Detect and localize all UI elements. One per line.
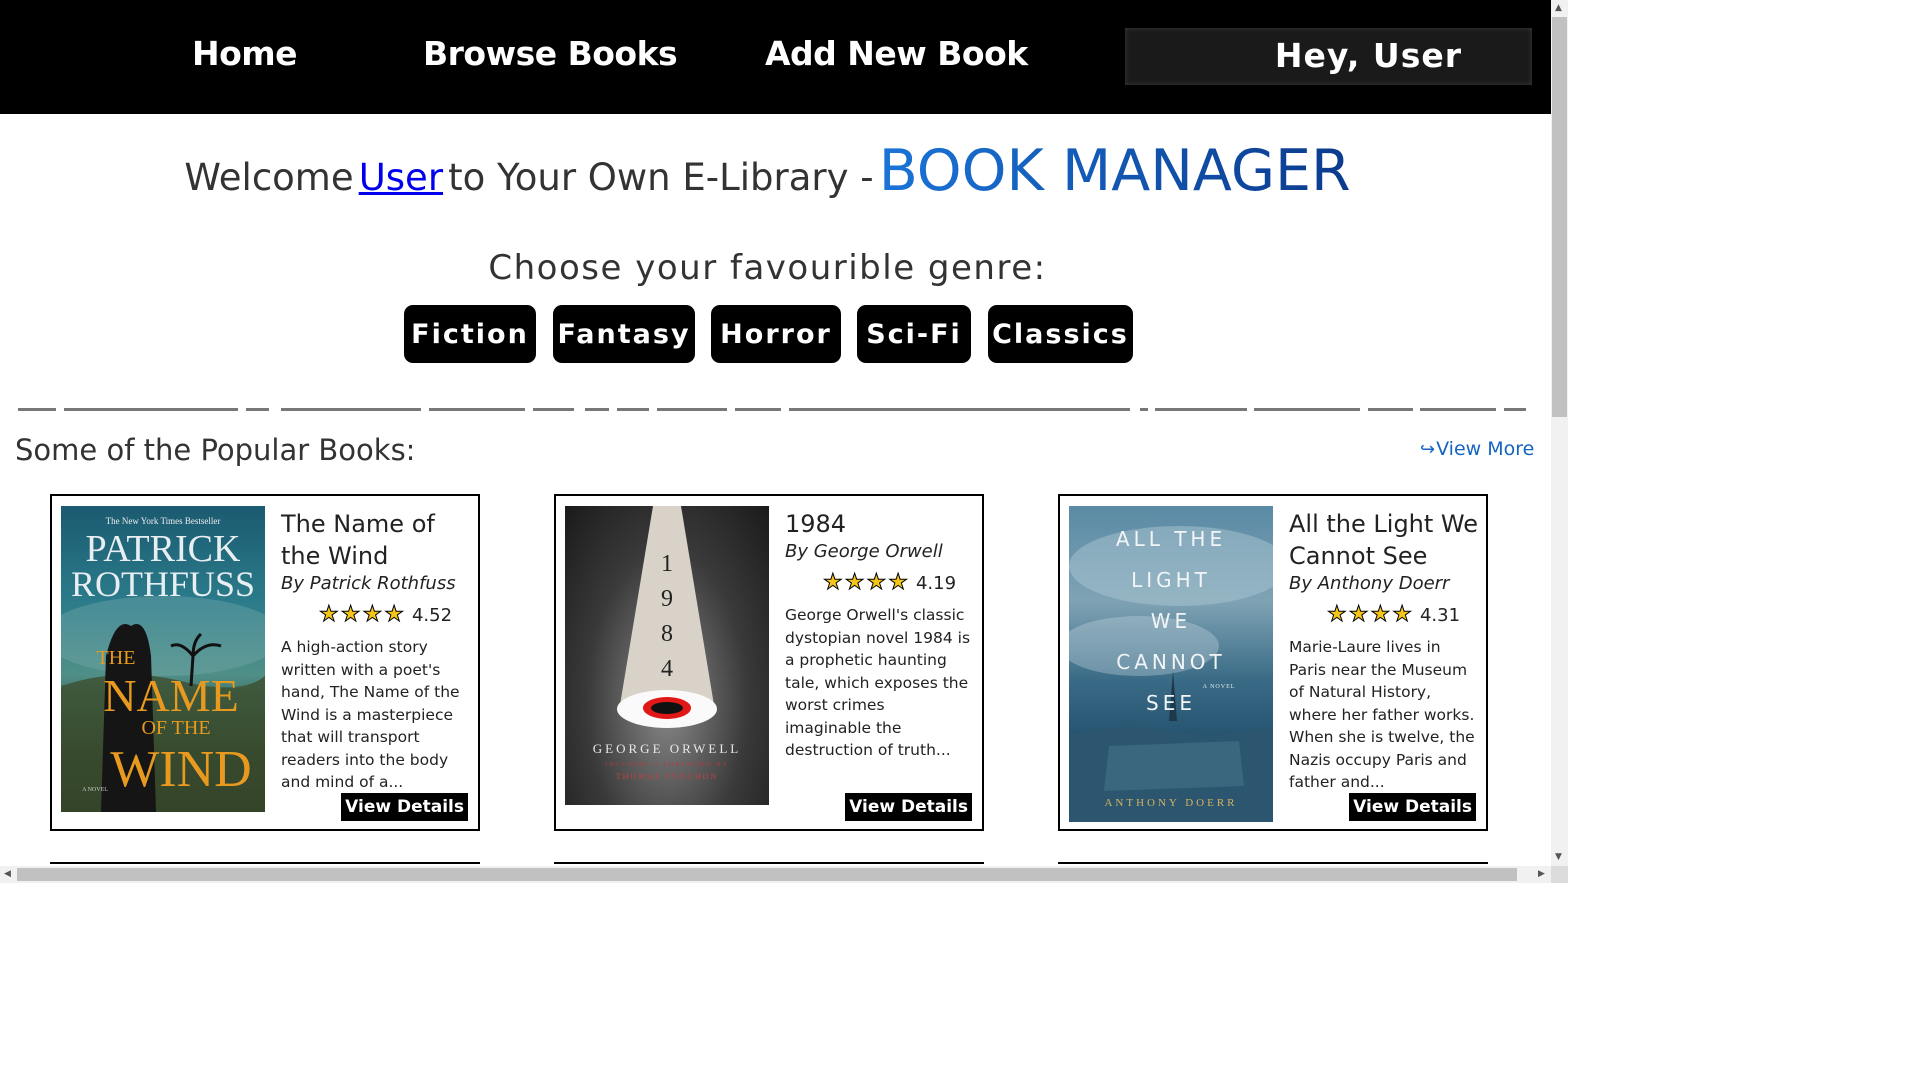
nav-browse-books-link[interactable]: Browse Books bbox=[423, 34, 678, 73]
book-author: By Anthony Doerr bbox=[1289, 573, 1450, 594]
genre-classics-button[interactable]: Classics bbox=[988, 305, 1133, 363]
star-icon: ★ bbox=[340, 602, 361, 627]
star-icon: ★ bbox=[866, 570, 887, 595]
cover-line: SEE bbox=[1146, 691, 1196, 715]
genre-buttons: Fiction Fantasy Horror Sci-Fi Classics bbox=[0, 305, 1535, 363]
star-icon: ★ bbox=[1348, 602, 1369, 627]
cover-author-line2: ROTHFUSS bbox=[71, 564, 255, 604]
book-description: A high-action story written with a poet'… bbox=[281, 638, 460, 791]
scroll-left-icon[interactable]: ◀ bbox=[4, 869, 11, 879]
welcome-middle: to Your Own E-Library - bbox=[448, 156, 874, 199]
vertical-scroll-thumb[interactable] bbox=[1552, 17, 1567, 417]
star-icon: ★ bbox=[319, 602, 340, 627]
welcome-heading: Welcome User to Your Own E-Library - BOO… bbox=[0, 138, 1535, 204]
rating-value: 4.31 bbox=[1419, 604, 1461, 626]
cover-digit: 1 bbox=[661, 551, 673, 577]
book-card: The New York Times Bestseller PATRICK RO… bbox=[50, 494, 480, 831]
book-title: 1984 bbox=[785, 510, 847, 538]
view-more-label: View More bbox=[1436, 438, 1535, 460]
redo-arrow-icon: ↪ bbox=[1420, 439, 1436, 460]
view-details-button[interactable]: View Details bbox=[341, 793, 468, 821]
book-rating: ★ ★ ★ ★ 4.52 bbox=[319, 602, 471, 627]
star-icon: ★ bbox=[362, 602, 383, 627]
brand-title: BOOK MANAGER bbox=[878, 138, 1351, 204]
cover-digit: 8 bbox=[661, 621, 673, 647]
rating-value: 4.52 bbox=[411, 604, 453, 626]
scroll-down-icon[interactable]: ▼ bbox=[1555, 852, 1562, 862]
cover-line: CANNOT bbox=[1116, 650, 1226, 674]
cover-line: ALL THE bbox=[1116, 527, 1226, 551]
star-icon: ★ bbox=[888, 570, 909, 595]
cover-digit: 9 bbox=[661, 586, 673, 612]
cover-author: ANTHONY DOERR bbox=[1104, 797, 1237, 809]
horizontal-scroll-thumb[interactable] bbox=[17, 868, 1517, 881]
book-title: The Name of the Wind bbox=[281, 510, 435, 570]
nav-add-new-book-link[interactable]: Add New Book bbox=[765, 34, 1028, 73]
next-card-edge bbox=[1058, 862, 1488, 864]
scroll-up-icon[interactable]: ▲ bbox=[1555, 3, 1562, 13]
cover-line: LIGHT bbox=[1131, 568, 1211, 592]
cover-title-name: NAME bbox=[103, 670, 238, 721]
genre-horror-button[interactable]: Horror bbox=[711, 305, 841, 363]
cover-foreword: INCLUDES A FOREWORD BY bbox=[605, 762, 729, 768]
cover-title-the: THE bbox=[97, 647, 136, 669]
view-more-link[interactable]: ↪View More bbox=[1420, 438, 1534, 460]
view-details-button[interactable]: View Details bbox=[845, 793, 972, 821]
user-menu[interactable]: Hey, User bbox=[1125, 28, 1532, 85]
star-icon: ★ bbox=[1327, 602, 1348, 627]
genre-fantasy-button[interactable]: Fantasy bbox=[553, 305, 695, 363]
genre-title: Choose your favourible genre: bbox=[488, 248, 1047, 288]
star-icon: ★ bbox=[823, 570, 844, 595]
book-author: By Patrick Rothfuss bbox=[281, 573, 456, 594]
cover-side-note: A NOVEL bbox=[82, 787, 108, 793]
vertical-scrollbar[interactable]: ▲ ▼ bbox=[1551, 0, 1568, 866]
book-cover-image: 1 9 8 4 GEORGE ORWELL INCLUDES A FOREWOR… bbox=[565, 506, 769, 805]
book-author: By George Orwell bbox=[785, 541, 943, 562]
genre-scifi-button[interactable]: Sci-Fi bbox=[857, 305, 971, 363]
star-icon: ★ bbox=[384, 602, 405, 627]
book-card: 1 9 8 4 GEORGE ORWELL INCLUDES A FOREWOR… bbox=[554, 494, 984, 831]
book-cover-image: ALL THE LIGHT WE CANNOT SEE A NOVEL ANTH… bbox=[1069, 506, 1273, 822]
book-info: 1984 By George Orwell ★ ★ ★ ★ 4.19 Georg… bbox=[785, 508, 975, 762]
star-icon: ★ bbox=[1392, 602, 1413, 627]
cover-title-wind: WIND bbox=[110, 741, 252, 798]
section-divider bbox=[18, 408, 1526, 412]
book-title: All the Light We Cannot See bbox=[1289, 510, 1479, 570]
next-card-edge bbox=[50, 862, 480, 864]
book-description: George Orwell's classic dystopian novel … bbox=[785, 606, 971, 759]
scrollbar-corner bbox=[1551, 866, 1568, 883]
welcome-prefix: Welcome bbox=[184, 156, 354, 199]
view-details-button[interactable]: View Details bbox=[1349, 793, 1476, 821]
nav-home-link[interactable]: Home bbox=[192, 34, 298, 73]
book-info: All the Light We Cannot See By Anthony D… bbox=[1289, 508, 1479, 794]
star-icon: ★ bbox=[844, 570, 865, 595]
cover-top-note: The New York Times Bestseller bbox=[106, 516, 221, 526]
book-description: Marie-Laure lives in Paris near the Muse… bbox=[1289, 638, 1475, 791]
scroll-right-icon[interactable]: ▶ bbox=[1538, 869, 1545, 879]
horizontal-scrollbar[interactable]: ◀ ▶ bbox=[0, 866, 1551, 883]
popular-books-title: Some of the Popular Books: bbox=[15, 433, 416, 467]
book-card: ALL THE LIGHT WE CANNOT SEE A NOVEL ANTH… bbox=[1058, 494, 1488, 831]
genre-fiction-button[interactable]: Fiction bbox=[404, 305, 536, 363]
star-icon: ★ bbox=[1370, 602, 1391, 627]
user-greeting: Hey, User bbox=[1274, 36, 1462, 75]
cover-title-of: OF THE bbox=[141, 717, 210, 739]
next-card-edge bbox=[554, 862, 984, 864]
book-info: The Name of the Wind By Patrick Rothfuss… bbox=[281, 508, 471, 794]
book-rating: ★ ★ ★ ★ 4.31 bbox=[1327, 602, 1479, 627]
welcome-user-link[interactable]: User bbox=[359, 156, 443, 199]
cover-line: WE bbox=[1151, 609, 1191, 633]
cover-side-note: A NOVEL bbox=[1203, 684, 1236, 690]
rating-value: 4.19 bbox=[915, 572, 957, 594]
cover-author: GEORGE ORWELL bbox=[593, 741, 741, 756]
book-rating: ★ ★ ★ ★ 4.19 bbox=[823, 570, 975, 595]
cover-foreword-author: THOMAS PYNCHON bbox=[616, 772, 718, 781]
top-navbar: Home Browse Books Add New Book Hey, User bbox=[0, 0, 1551, 114]
book-cover-image: The New York Times Bestseller PATRICK RO… bbox=[61, 506, 265, 812]
cover-digit: 4 bbox=[661, 656, 673, 682]
